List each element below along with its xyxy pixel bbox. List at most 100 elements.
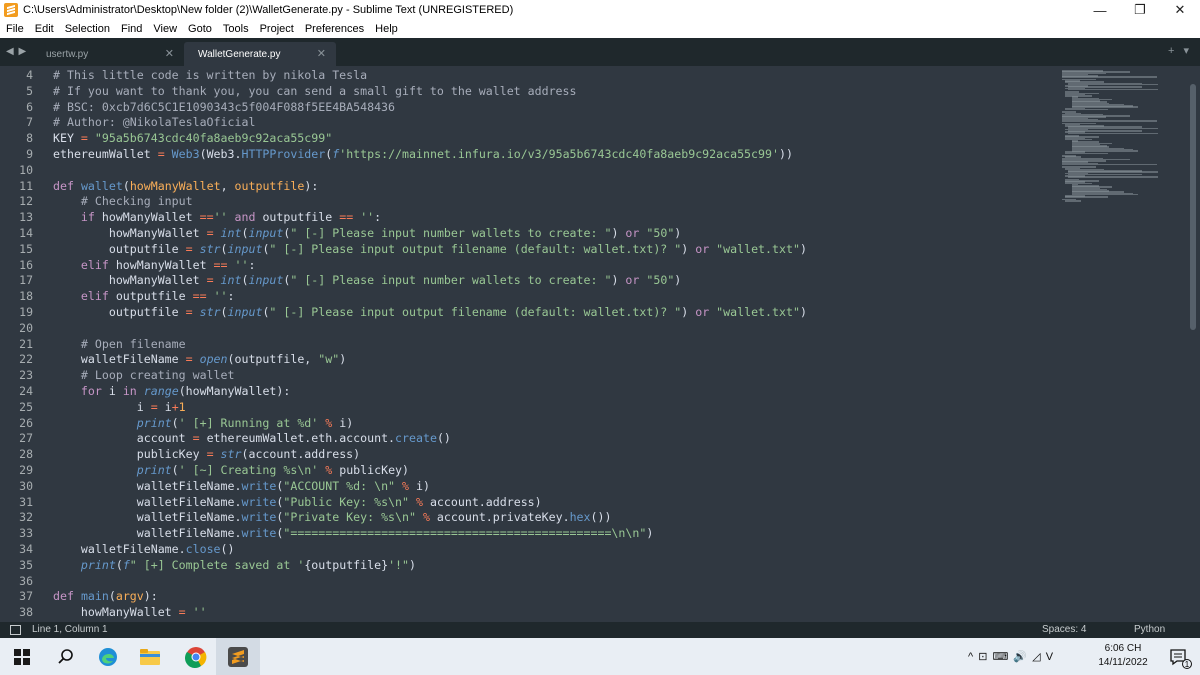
system-tray[interactable]: ^ ⊡ ⌨ 🔊 ◿ V (968, 638, 1054, 675)
code-line[interactable]: outputfile = str(input(" [-] Please inpu… (53, 305, 1053, 321)
code-token: hex (569, 510, 591, 525)
maximize-button[interactable]: ❐ (1120, 0, 1160, 20)
code-line[interactable]: def main(argv): (53, 589, 1053, 605)
code-line[interactable]: walletFileName.write("==================… (53, 526, 1053, 542)
code-token: () (220, 541, 235, 556)
menu-view[interactable]: View (153, 23, 177, 35)
start-button[interactable] (0, 638, 44, 675)
code-token: account (53, 431, 193, 446)
clock-time: 6:06 CH (1104, 643, 1142, 654)
code-line[interactable]: elif outputfile == '': (53, 289, 1053, 305)
minimize-button[interactable]: — (1080, 0, 1120, 20)
code-line[interactable]: walletFileName = open(outputfile, "w") (53, 352, 1053, 368)
code-token: "w" (318, 352, 340, 367)
code-token: {outputfile} (304, 557, 389, 572)
line-number: 32 (19, 510, 33, 525)
code-token: ): (304, 178, 319, 193)
code-line[interactable]: walletFileName.close() (53, 542, 1053, 558)
code-token: publicKey) (332, 462, 410, 477)
indentation-setting[interactable]: Spaces: 4 (1042, 624, 1086, 635)
sublime-text-button[interactable] (216, 638, 260, 675)
vertical-scrollbar[interactable] (1190, 84, 1196, 330)
notification-center-button[interactable]: 1 (1160, 638, 1196, 675)
code-line[interactable] (53, 163, 1053, 179)
tab-usertw[interactable]: usertw.py ✕ (32, 42, 184, 66)
menu-preferences[interactable]: Preferences (305, 23, 364, 35)
code-line[interactable]: howManyWallet = int(input(" [-] Please i… (53, 226, 1053, 242)
minimap-line (1065, 95, 1093, 97)
code-line[interactable]: print(' [+] Running at %d' % i) (53, 416, 1053, 432)
code-line[interactable]: # BSC: 0xcb7d6C5C1E1090343c5f004F088f5EE… (53, 100, 1053, 116)
code-line[interactable]: # Checking input (53, 194, 1053, 210)
edge-browser-button[interactable] (86, 638, 130, 675)
code-line[interactable]: elif howManyWallet == '': (53, 258, 1053, 274)
code-token: HTTPProvider (241, 146, 326, 161)
menu-find[interactable]: Find (121, 23, 142, 35)
code-line[interactable]: i = i+1 (53, 400, 1053, 416)
code-editor[interactable]: 4 5 6 7 8 9 10 11 12 13 14 15 16 17 18 19 20 21 22 23 24 25 26… (0, 66, 1200, 622)
code-line[interactable]: print(' [~] Creating %s\n' % publicKey) (53, 463, 1053, 479)
code-token: (Web3. (199, 146, 242, 161)
code-token: write (241, 494, 277, 509)
code-line[interactable]: # If you want to thank you, you can send… (53, 84, 1053, 100)
code-line[interactable]: walletFileName.write("Public Key: %s\n" … (53, 495, 1053, 511)
syntax-setting[interactable]: Python (1134, 624, 1165, 635)
code-line[interactable]: for i in range(howManyWallet): (53, 384, 1053, 400)
tab-walletgenerate[interactable]: WalletGenerate.py ✕ (184, 42, 336, 66)
code-token: # Author: @NikolaTeslaOficial (53, 115, 256, 130)
code-line[interactable]: walletFileName.write("Private Key: %s\n"… (53, 510, 1053, 526)
code-token: '' (213, 289, 228, 304)
code-line[interactable]: howManyWallet = int(input(" [-] Please i… (53, 273, 1053, 289)
code-token: howManyWallet (53, 225, 207, 240)
code-line[interactable] (53, 321, 1053, 337)
menu-goto[interactable]: Goto (188, 23, 212, 35)
chrome-button[interactable] (174, 638, 218, 675)
code-line[interactable]: # This little code is written by nikola … (53, 68, 1053, 84)
code-line[interactable]: KEY = "95a5b6743cdc40fa8aeb9c92aca55c99" (53, 131, 1053, 147)
code-line[interactable]: # Loop creating wallet (53, 368, 1053, 384)
file-explorer-button[interactable] (128, 638, 172, 675)
code-line[interactable]: walletFileName.write("ACCOUNT %d: \n" % … (53, 479, 1053, 495)
menu-selection[interactable]: Selection (65, 23, 110, 35)
menu-project[interactable]: Project (260, 23, 294, 35)
close-button[interactable]: ✕ (1160, 0, 1200, 20)
code-line[interactable]: ethereumWallet = Web3(Web3.HTTPProvider(… (53, 147, 1053, 163)
tab-close-icon[interactable]: ✕ (165, 47, 174, 60)
code-area[interactable]: # This little code is written by nikola … (53, 68, 1053, 621)
line-number: 18 (19, 289, 33, 304)
code-token: "ACCOUNT %d: \n" (283, 478, 396, 493)
new-tab-menu-icon[interactable]: + ▾ (1168, 44, 1192, 57)
tab-close-icon[interactable]: ✕ (317, 47, 326, 60)
code-token: = (80, 131, 88, 146)
code-line[interactable]: account = ethereumWallet.eth.account.cre… (53, 431, 1053, 447)
code-line[interactable]: # Open filename (53, 337, 1053, 353)
code-line[interactable]: print(f" [+] Complete saved at '{outputf… (53, 558, 1053, 574)
cursor-position[interactable]: Line 1, Column 1 (32, 624, 108, 635)
code-token: : (227, 289, 235, 304)
code-token: = (157, 146, 165, 161)
code-line[interactable]: if howManyWallet =='' and outputfile == … (53, 210, 1053, 226)
menu-file[interactable]: File (6, 23, 24, 35)
menu-edit[interactable]: Edit (35, 23, 54, 35)
tray-icons[interactable]: ^ ⊡ ⌨ 🔊 ◿ V (968, 650, 1054, 663)
code-line[interactable]: outputfile = str(input(" [-] Please inpu… (53, 242, 1053, 258)
menu-tools[interactable]: Tools (223, 23, 249, 35)
code-line[interactable]: publicKey = str(account.address) (53, 447, 1053, 463)
code-token: ) (611, 225, 626, 240)
code-line[interactable]: howManyWallet = '' (53, 605, 1053, 621)
code-line[interactable] (53, 574, 1053, 590)
code-line[interactable]: # Author: @NikolaTeslaOficial (53, 115, 1053, 131)
code-line[interactable]: def wallet(howManyWallet, outputfile): (53, 179, 1053, 195)
tab-navigation-arrows-icon[interactable]: ◀ ▶ (6, 46, 27, 57)
minimap[interactable] (1062, 66, 1190, 622)
code-token: walletFileName. (53, 478, 242, 493)
code-token: if (80, 210, 95, 225)
search-button[interactable] (44, 638, 88, 675)
menu-help[interactable]: Help (375, 23, 398, 35)
taskbar-clock[interactable]: 6:06 CH 14/11/2022 (1090, 642, 1156, 670)
panel-toggle-icon[interactable] (10, 625, 21, 635)
